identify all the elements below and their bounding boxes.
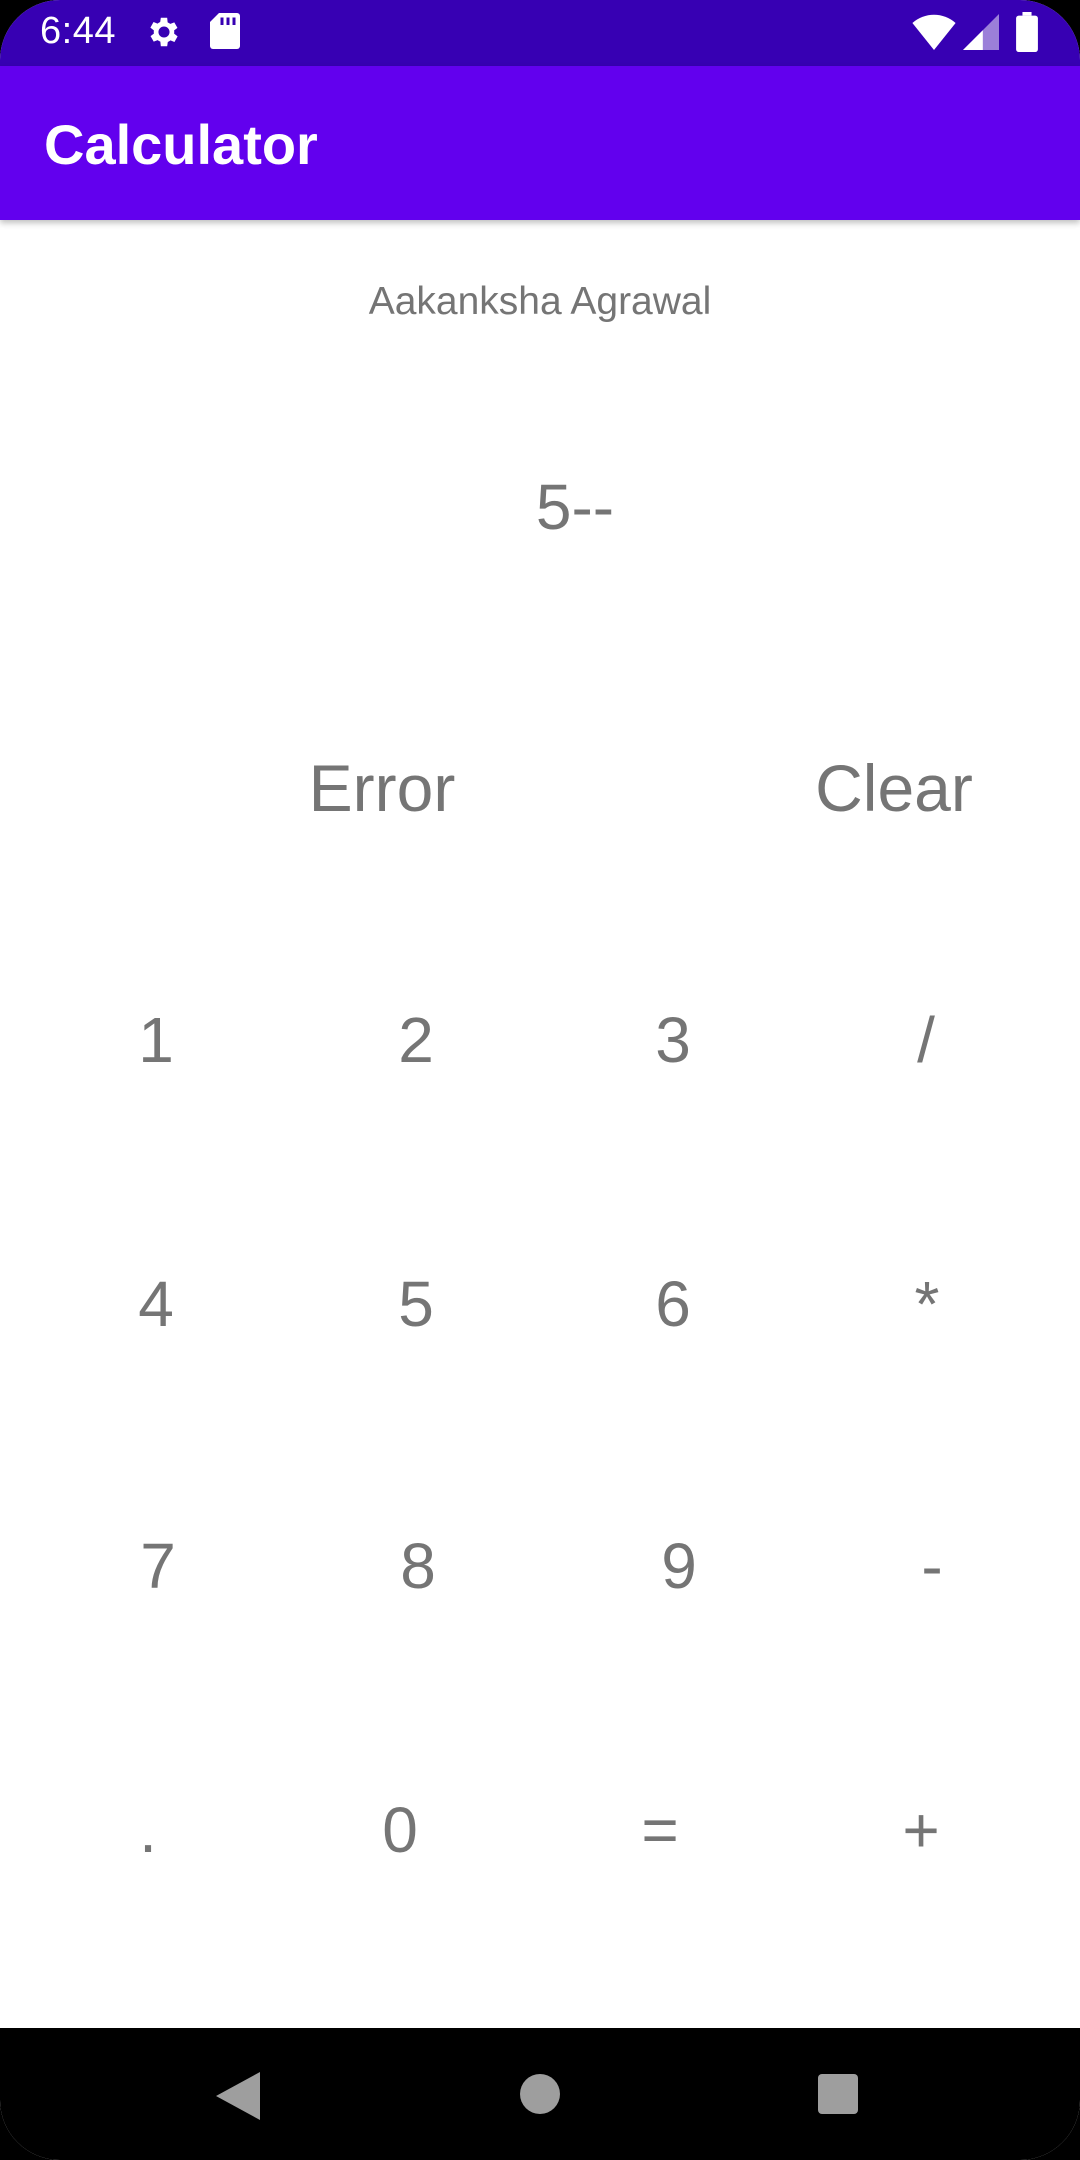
home-button[interactable] (450, 2028, 630, 2160)
recents-button[interactable] (748, 2028, 928, 2160)
key-7[interactable]: 7 (48, 1506, 268, 1626)
status-time: 6:44 (40, 10, 116, 52)
sd-card-icon (210, 13, 240, 54)
settings-icon (145, 13, 183, 56)
back-button[interactable] (150, 2028, 330, 2160)
battery-icon (1016, 12, 1038, 57)
calculator-display: 5-- (535, 471, 615, 543)
key-9[interactable]: 9 (569, 1506, 789, 1626)
key-equals[interactable]: = (550, 1770, 770, 1890)
signal-icon (963, 14, 999, 55)
app-title: Calculator (44, 113, 318, 176)
clear-button[interactable]: Clear (734, 728, 1054, 848)
wifi-icon (912, 14, 956, 55)
home-icon (520, 2074, 560, 2119)
error-button[interactable]: Error (222, 728, 542, 848)
calculator-screen: 6:44 Calculator Aakanksha Agrawal 5-- Er… (0, 0, 1080, 2160)
back-icon (216, 2072, 260, 2125)
key-5[interactable]: 5 (306, 1244, 526, 1364)
navigation-bar (0, 2028, 1080, 2160)
key-1[interactable]: 1 (46, 980, 266, 1100)
key-add[interactable]: + (811, 1770, 1031, 1890)
key-multiply[interactable]: * (817, 1244, 1037, 1364)
key-decimal[interactable]: . (38, 1770, 258, 1890)
key-subtract[interactable]: - (822, 1506, 1042, 1626)
key-2[interactable]: 2 (306, 980, 526, 1100)
key-divide[interactable]: / (816, 980, 1036, 1100)
status-bar: 6:44 (0, 0, 1080, 66)
recents-icon (818, 2074, 858, 2119)
key-3[interactable]: 3 (563, 980, 783, 1100)
key-8[interactable]: 8 (308, 1506, 528, 1626)
author-label: Aakanksha Agrawal (368, 280, 712, 323)
key-6[interactable]: 6 (563, 1244, 783, 1364)
key-0[interactable]: 0 (290, 1770, 510, 1890)
key-4[interactable]: 4 (46, 1244, 266, 1364)
app-bar: Calculator (0, 66, 1080, 220)
